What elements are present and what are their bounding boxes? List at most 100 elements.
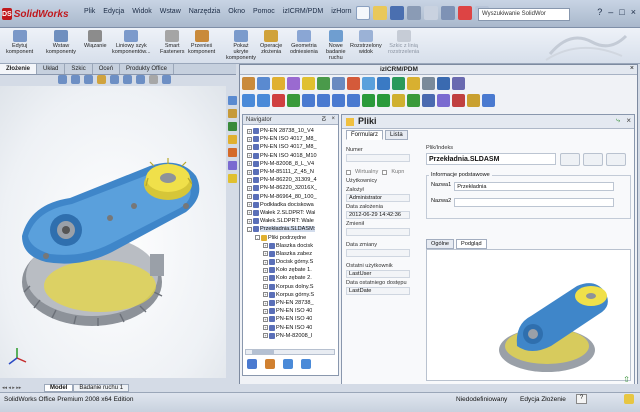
kupny-checkbox[interactable]: [382, 169, 388, 175]
check-icon[interactable]: [392, 94, 405, 107]
tree-item[interactable]: + PN-EN ISO 40: [243, 315, 338, 323]
save-icon[interactable]: [390, 6, 404, 20]
expand-icon[interactable]: +: [263, 259, 268, 265]
tree-item[interactable]: + PN-M-86964_80_100_: [243, 193, 338, 201]
expand-icon[interactable]: +: [247, 161, 252, 167]
tab-formularz[interactable]: Formularz: [346, 130, 384, 140]
tree-item[interactable]: + Wałek.SLDPRT: Wałe: [243, 217, 338, 225]
expand-icon[interactable]: +: [247, 210, 252, 216]
tree-item[interactable]: + Korpus dolny.S: [243, 283, 338, 291]
expand-icon[interactable]: +: [263, 284, 268, 290]
expand-icon[interactable]: +: [263, 243, 268, 249]
tree-item[interactable]: + Koło zębate 1.: [243, 266, 338, 274]
previous-view-icon[interactable]: [84, 75, 93, 84]
insert-components-button[interactable]: Wstaw komponenty: [46, 30, 76, 55]
tree-item[interactable]: - Pliki podrzędne: [243, 233, 338, 241]
tree-down-icon[interactable]: [301, 359, 311, 369]
users-icon[interactable]: [287, 77, 300, 90]
tab-ocen[interactable]: Oceń: [93, 64, 121, 74]
link-icon[interactable]: [265, 359, 275, 369]
status-help-button[interactable]: ?: [576, 394, 587, 404]
expand-icon[interactable]: +: [263, 333, 268, 339]
expand-icon[interactable]: +: [263, 325, 268, 331]
close-icon[interactable]: ×: [631, 7, 636, 17]
select-icon[interactable]: [441, 6, 455, 20]
expand-icon[interactable]: +: [247, 153, 252, 159]
nazwa1-field[interactable]: Przekładnia: [454, 182, 615, 191]
exploded-view-button[interactable]: Rozstrzelony widok: [350, 30, 382, 55]
about-icon[interactable]: [452, 77, 465, 90]
new-motion-study-button[interactable]: Nowe badanie ruchu: [326, 30, 346, 61]
expand-icon[interactable]: +: [247, 136, 252, 142]
design-library-icon[interactable]: [228, 109, 237, 118]
scene-icon[interactable]: [162, 75, 171, 84]
explode-line-sketch-button[interactable]: Szkic z linią rozstrzelenia: [388, 30, 419, 55]
parts-icon[interactable]: [257, 77, 270, 90]
nav-next-icon[interactable]: [332, 94, 345, 107]
database-icon[interactable]: [332, 77, 345, 90]
mate-button[interactable]: Wiązanie: [84, 30, 107, 49]
tree-item[interactable]: + Docisk górny.S: [243, 258, 338, 266]
smart-fasteners-button[interactable]: Smart Fasteners: [160, 30, 184, 55]
tree-item[interactable]: + Blaszka zabez: [243, 250, 338, 258]
save-record-icon[interactable]: [422, 94, 435, 107]
menu-wstaw[interactable]: Wstaw: [160, 8, 181, 15]
tree-item[interactable]: + PN-EN 28738_10_V4: [243, 127, 338, 135]
expand-icon[interactable]: +: [247, 128, 252, 134]
expand-icon[interactable]: +: [263, 300, 268, 306]
tree-item[interactable]: + Korpus górny.S: [243, 291, 338, 299]
menu-plik[interactable]: Plik: [84, 8, 95, 15]
pdm-help-icon[interactable]: [437, 77, 450, 90]
gearbox-3d-model[interactable]: [0, 86, 226, 378]
nav-prev-icon[interactable]: [317, 94, 330, 107]
solidworks-logo[interactable]: DS SolidWorks: [2, 5, 69, 23]
menu-narzedzia[interactable]: Narzędzia: [189, 8, 221, 15]
appearance-icon[interactable]: [149, 75, 158, 84]
rebuild-icon[interactable]: [624, 394, 634, 404]
filter-off-icon[interactable]: [377, 94, 390, 107]
tree-item[interactable]: + PN-M-85111_Z_45_N: [243, 168, 338, 176]
sigma-icon[interactable]: [317, 77, 330, 90]
up-arrow-icon[interactable]: ⇧: [623, 375, 630, 384]
view-palette-icon[interactable]: [228, 135, 237, 144]
tab-uklad[interactable]: Układ: [37, 64, 66, 74]
first-record-icon[interactable]: [242, 94, 255, 107]
tree-item[interactable]: + Blaszka docisk: [243, 242, 338, 250]
pin-icon[interactable]: ⵒ: [321, 116, 326, 123]
tab-scroll-arrows[interactable]: ◂◂ ◂ ▸ ▸▸: [0, 385, 44, 391]
display-style-icon[interactable]: [123, 75, 132, 84]
tab-model[interactable]: Model: [44, 384, 74, 392]
tree-item[interactable]: + PN-M-86220_32016X_: [243, 184, 338, 192]
tree-item[interactable]: + PN-M-86220_31309_4: [243, 176, 338, 184]
tree-item[interactable]: + PN-M-82008_8_L_V4: [243, 160, 338, 168]
nazwa2-field[interactable]: [454, 198, 615, 207]
menu-izicrm[interactable]: izICRM/PDM: [283, 8, 323, 15]
menu-pomoc[interactable]: Pomoc: [253, 8, 275, 15]
expand-icon[interactable]: +: [247, 169, 252, 175]
expand-icon[interactable]: +: [247, 177, 252, 183]
expand-icon[interactable]: +: [247, 218, 252, 224]
graphics-area[interactable]: [0, 86, 226, 378]
view-orientation-icon[interactable]: [110, 75, 119, 84]
menu-widok[interactable]: Widok: [132, 8, 151, 15]
expand-icon[interactable]: +: [263, 267, 268, 273]
nav-first-icon[interactable]: [302, 94, 315, 107]
download-icon[interactable]: [407, 94, 420, 107]
custom-properties-icon[interactable]: [228, 161, 237, 170]
open-folder-icon[interactable]: [373, 6, 387, 20]
box-icon[interactable]: [242, 77, 255, 90]
show-hidden-components-button[interactable]: Pokaż ukryte komponenty: [226, 30, 256, 61]
plik-field[interactable]: Przekładnia.SLDASM: [426, 153, 556, 165]
tree-item[interactable]: + Podkładka dociskowa: [243, 201, 338, 209]
navigator-close-icon[interactable]: ×: [331, 116, 335, 122]
tree-item[interactable]: + PN-EN ISO 4017_M8_: [243, 135, 338, 143]
minimize-icon[interactable]: –: [608, 7, 613, 17]
open-file-button[interactable]: [560, 153, 580, 166]
filter-icon[interactable]: [392, 77, 405, 90]
menu-okno[interactable]: Okno: [228, 8, 245, 15]
previous-record-icon[interactable]: [257, 94, 270, 107]
maximize-icon[interactable]: □: [619, 7, 624, 17]
appearances-icon[interactable]: [228, 148, 237, 157]
wirtualny-checkbox[interactable]: [346, 169, 351, 175]
documents-icon[interactable]: [302, 77, 315, 90]
